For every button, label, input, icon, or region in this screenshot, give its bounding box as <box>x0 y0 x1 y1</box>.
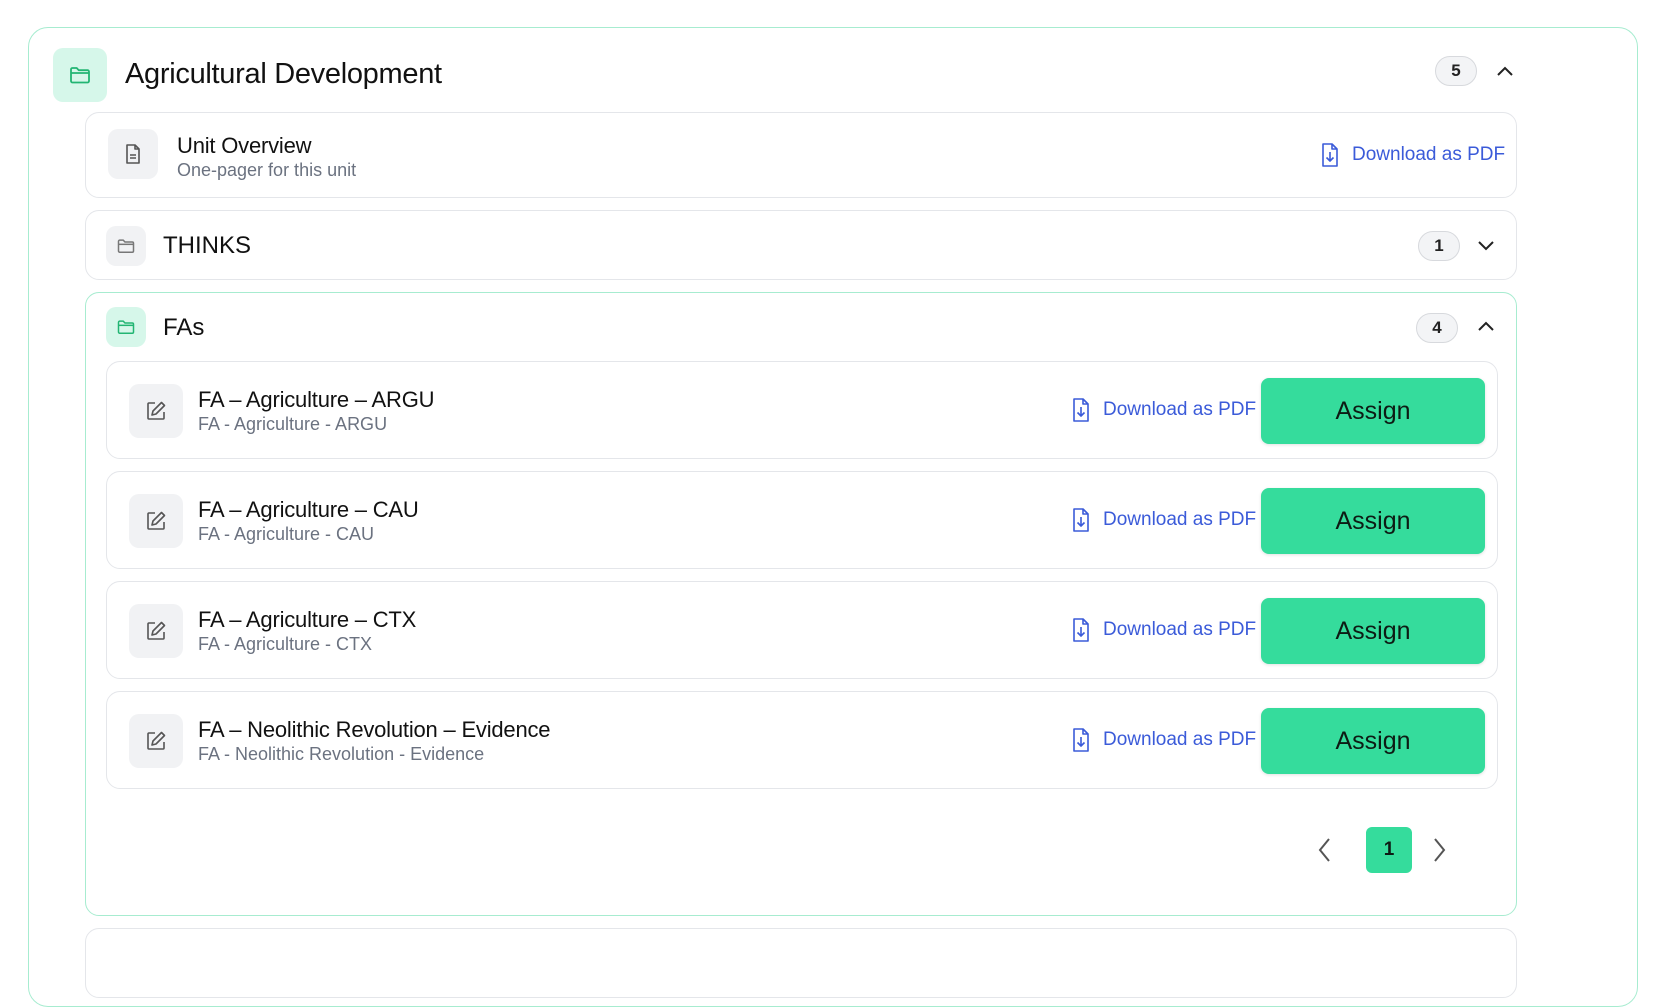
pagination-current-page[interactable]: 1 <box>1366 827 1412 873</box>
assign-button[interactable]: Assign <box>1261 708 1485 774</box>
pagination-prev[interactable] <box>1312 833 1338 867</box>
download-pdf-link[interactable]: Download as PDF <box>1069 617 1256 643</box>
unit-title: Agricultural Development <box>125 58 442 90</box>
unit-overview-row: Unit Overview One-pager for this unit Do… <box>85 112 1517 198</box>
item-subtitle: FA - Agriculture - CAU <box>198 524 375 544</box>
overview-subtitle: One-pager for this unit <box>177 160 357 180</box>
folder-icon <box>106 307 146 347</box>
section-title[interactable]: FAs <box>163 314 204 342</box>
item-title: FA – Agriculture – ARGU <box>198 387 435 412</box>
unit-card: Agricultural Development 5 Unit Overview… <box>28 27 1638 1007</box>
item-subtitle: FA - Neolithic Revolution - Evidence <box>198 744 485 764</box>
assign-button[interactable]: Assign <box>1261 488 1485 554</box>
file-download-icon <box>1073 728 1089 752</box>
section-count-badge: 1 <box>1418 231 1460 261</box>
chevron-up-icon[interactable] <box>1493 60 1517 84</box>
list-item: FA – Agriculture – CAU FA - Agriculture … <box>106 471 1498 569</box>
overview-title: Unit Overview <box>177 133 312 158</box>
file-download-icon <box>1073 618 1089 642</box>
file-download-icon <box>1322 143 1338 167</box>
section-fas: FAs 4 FA – Agriculture – ARGU FA - Agric… <box>85 292 1517 916</box>
file-download-icon <box>1073 508 1089 532</box>
folder-icon <box>53 48 107 102</box>
chevron-down-icon[interactable] <box>1474 233 1498 257</box>
overview-download-pdf-link[interactable]: Download as PDF <box>1318 142 1505 168</box>
download-label: Download as PDF <box>1103 619 1257 640</box>
list-item: FA – Agriculture – CTX FA - Agriculture … <box>106 581 1498 679</box>
unit-header[interactable]: Agricultural Development 5 <box>53 48 1613 102</box>
download-pdf-link[interactable]: Download as PDF <box>1069 397 1256 423</box>
download-pdf-link[interactable]: Download as PDF <box>1069 727 1256 753</box>
assign-button[interactable]: Assign <box>1261 378 1485 444</box>
list-item: FA – Agriculture – ARGU FA - Agriculture… <box>106 361 1498 459</box>
item-title: FA – Neolithic Revolution – Evidence <box>198 717 551 742</box>
next-section <box>85 928 1517 998</box>
chevron-up-icon[interactable] <box>1474 315 1498 339</box>
download-pdf-link[interactable]: Download as PDF <box>1069 507 1256 533</box>
chevron-right-icon <box>1434 838 1446 862</box>
pagination-next[interactable] <box>1426 833 1452 867</box>
unit-count-badge: 5 <box>1435 56 1477 86</box>
download-label: Download as PDF <box>1103 399 1257 420</box>
edit-icon <box>129 384 183 438</box>
item-subtitle: FA - Agriculture - CTX <box>198 634 373 654</box>
download-label: Download as PDF <box>1103 729 1257 750</box>
document-icon <box>108 129 158 179</box>
list-item: FA – Neolithic Revolution – Evidence FA … <box>106 691 1498 789</box>
item-subtitle: FA - Agriculture - ARGU <box>198 414 388 434</box>
section-title: THINKS <box>163 232 252 259</box>
edit-icon <box>129 494 183 548</box>
assign-button[interactable]: Assign <box>1261 598 1485 664</box>
file-download-icon <box>1073 398 1089 422</box>
item-title: FA – Agriculture – CTX <box>198 607 417 632</box>
section-thinks[interactable]: THINKS 1 <box>85 210 1517 280</box>
chevron-left-icon <box>1318 838 1330 862</box>
item-title: FA – Agriculture – CAU <box>198 497 419 522</box>
folder-icon <box>106 226 146 266</box>
edit-icon <box>129 714 183 768</box>
download-label: Download as PDF <box>1352 144 1506 165</box>
download-label: Download as PDF <box>1103 509 1257 530</box>
edit-icon <box>129 604 183 658</box>
section-count-badge: 4 <box>1416 313 1458 343</box>
